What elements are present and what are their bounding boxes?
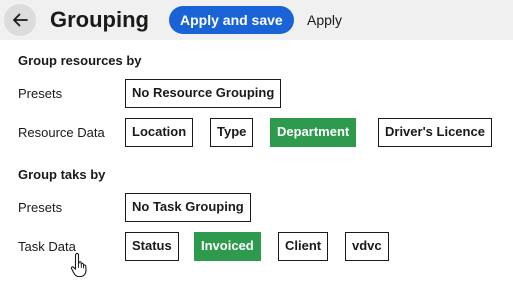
task-data-label: Task Data xyxy=(18,239,76,254)
section-title-tasks: Group taks by xyxy=(18,167,106,182)
section-title-resources: Group resources by xyxy=(18,53,142,68)
chip-status[interactable]: Status xyxy=(125,232,179,261)
chip-type[interactable]: Type xyxy=(210,118,254,147)
chip-no-resource-grouping[interactable]: No Resource Grouping xyxy=(125,79,282,108)
chip-invoiced[interactable]: Invoiced xyxy=(194,232,261,261)
chip-drivers-licence[interactable]: Driver's Licence xyxy=(378,118,492,147)
back-button[interactable] xyxy=(4,4,36,36)
apply-button[interactable]: Apply xyxy=(307,6,342,34)
hand-pointer-icon xyxy=(70,252,87,278)
chip-no-task-grouping[interactable]: No Task Grouping xyxy=(125,193,251,222)
task-presets-label: Presets xyxy=(18,200,63,215)
chip-vdvc[interactable]: vdvc xyxy=(345,232,389,261)
chip-department[interactable]: Department xyxy=(270,118,357,147)
chip-location[interactable]: Location xyxy=(125,118,194,147)
arrow-left-icon xyxy=(13,13,28,27)
chip-client[interactable]: Client xyxy=(278,232,329,261)
resource-data-label: Resource Data xyxy=(18,125,105,140)
apply-and-save-button[interactable]: Apply and save xyxy=(169,6,294,34)
header-bar: Grouping Apply and save Apply xyxy=(0,0,513,40)
page-title: Grouping xyxy=(50,7,149,32)
resource-presets-label: Presets xyxy=(18,86,63,101)
